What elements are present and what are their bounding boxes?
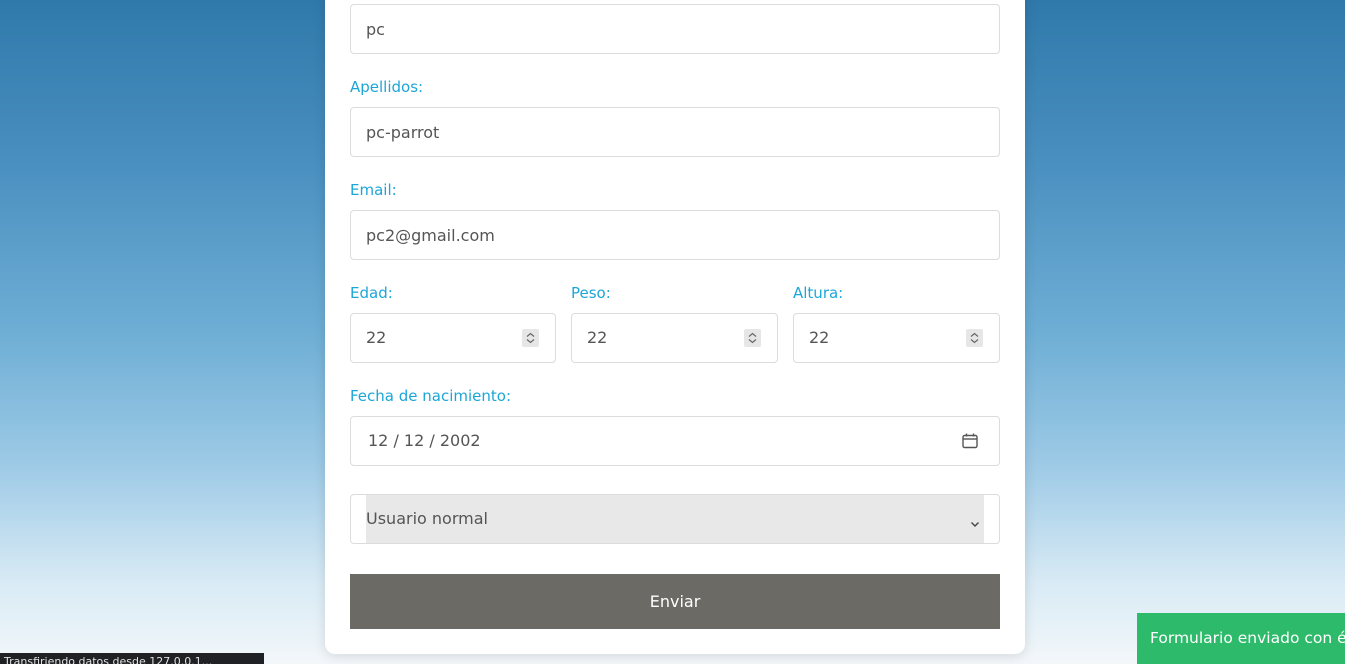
altura-input[interactable]: 22 — [793, 313, 1000, 363]
fecha-nacimiento-value: 12 / 12 / 2002 — [368, 431, 481, 450]
enviar-button[interactable]: Enviar — [350, 574, 1000, 629]
apellidos-label: Apellidos: — [350, 78, 424, 96]
apellidos-input[interactable] — [350, 107, 1000, 157]
nombre-input[interactable] — [350, 4, 1000, 54]
peso-value: 22 — [587, 328, 608, 347]
peso-label: Peso: — [571, 284, 611, 302]
email-input[interactable] — [350, 210, 1000, 260]
spinner-icon[interactable] — [522, 329, 539, 347]
edad-label: Edad: — [350, 284, 393, 302]
peso-input[interactable]: 22 — [571, 313, 778, 363]
browser-status-bar: Transfiriendo datos desde 127.0.0.1... — [0, 653, 264, 664]
tipo-usuario-value: Usuario normal — [366, 509, 488, 528]
spinner-icon[interactable] — [966, 329, 983, 347]
tipo-usuario-select-box[interactable]: Usuario normal — [366, 495, 984, 543]
edad-input[interactable]: 22 — [350, 313, 556, 363]
email-label: Email: — [350, 181, 397, 199]
success-toast: Formulario enviado con é — [1137, 613, 1345, 664]
tipo-usuario-select[interactable]: Usuario normal — [350, 494, 1000, 544]
calendar-icon[interactable] — [961, 432, 979, 450]
registration-form-card: Apellidos: Email: Edad: 22 Peso: 22 Altu… — [325, 0, 1025, 654]
altura-value: 22 — [809, 328, 830, 347]
fecha-nacimiento-label: Fecha de nacimiento: — [350, 387, 512, 405]
chevron-down-icon — [970, 514, 980, 527]
spinner-icon[interactable] — [744, 329, 761, 347]
altura-label: Altura: — [793, 284, 844, 302]
fecha-nacimiento-input[interactable]: 12 / 12 / 2002 — [350, 416, 1000, 466]
edad-value: 22 — [366, 328, 387, 347]
